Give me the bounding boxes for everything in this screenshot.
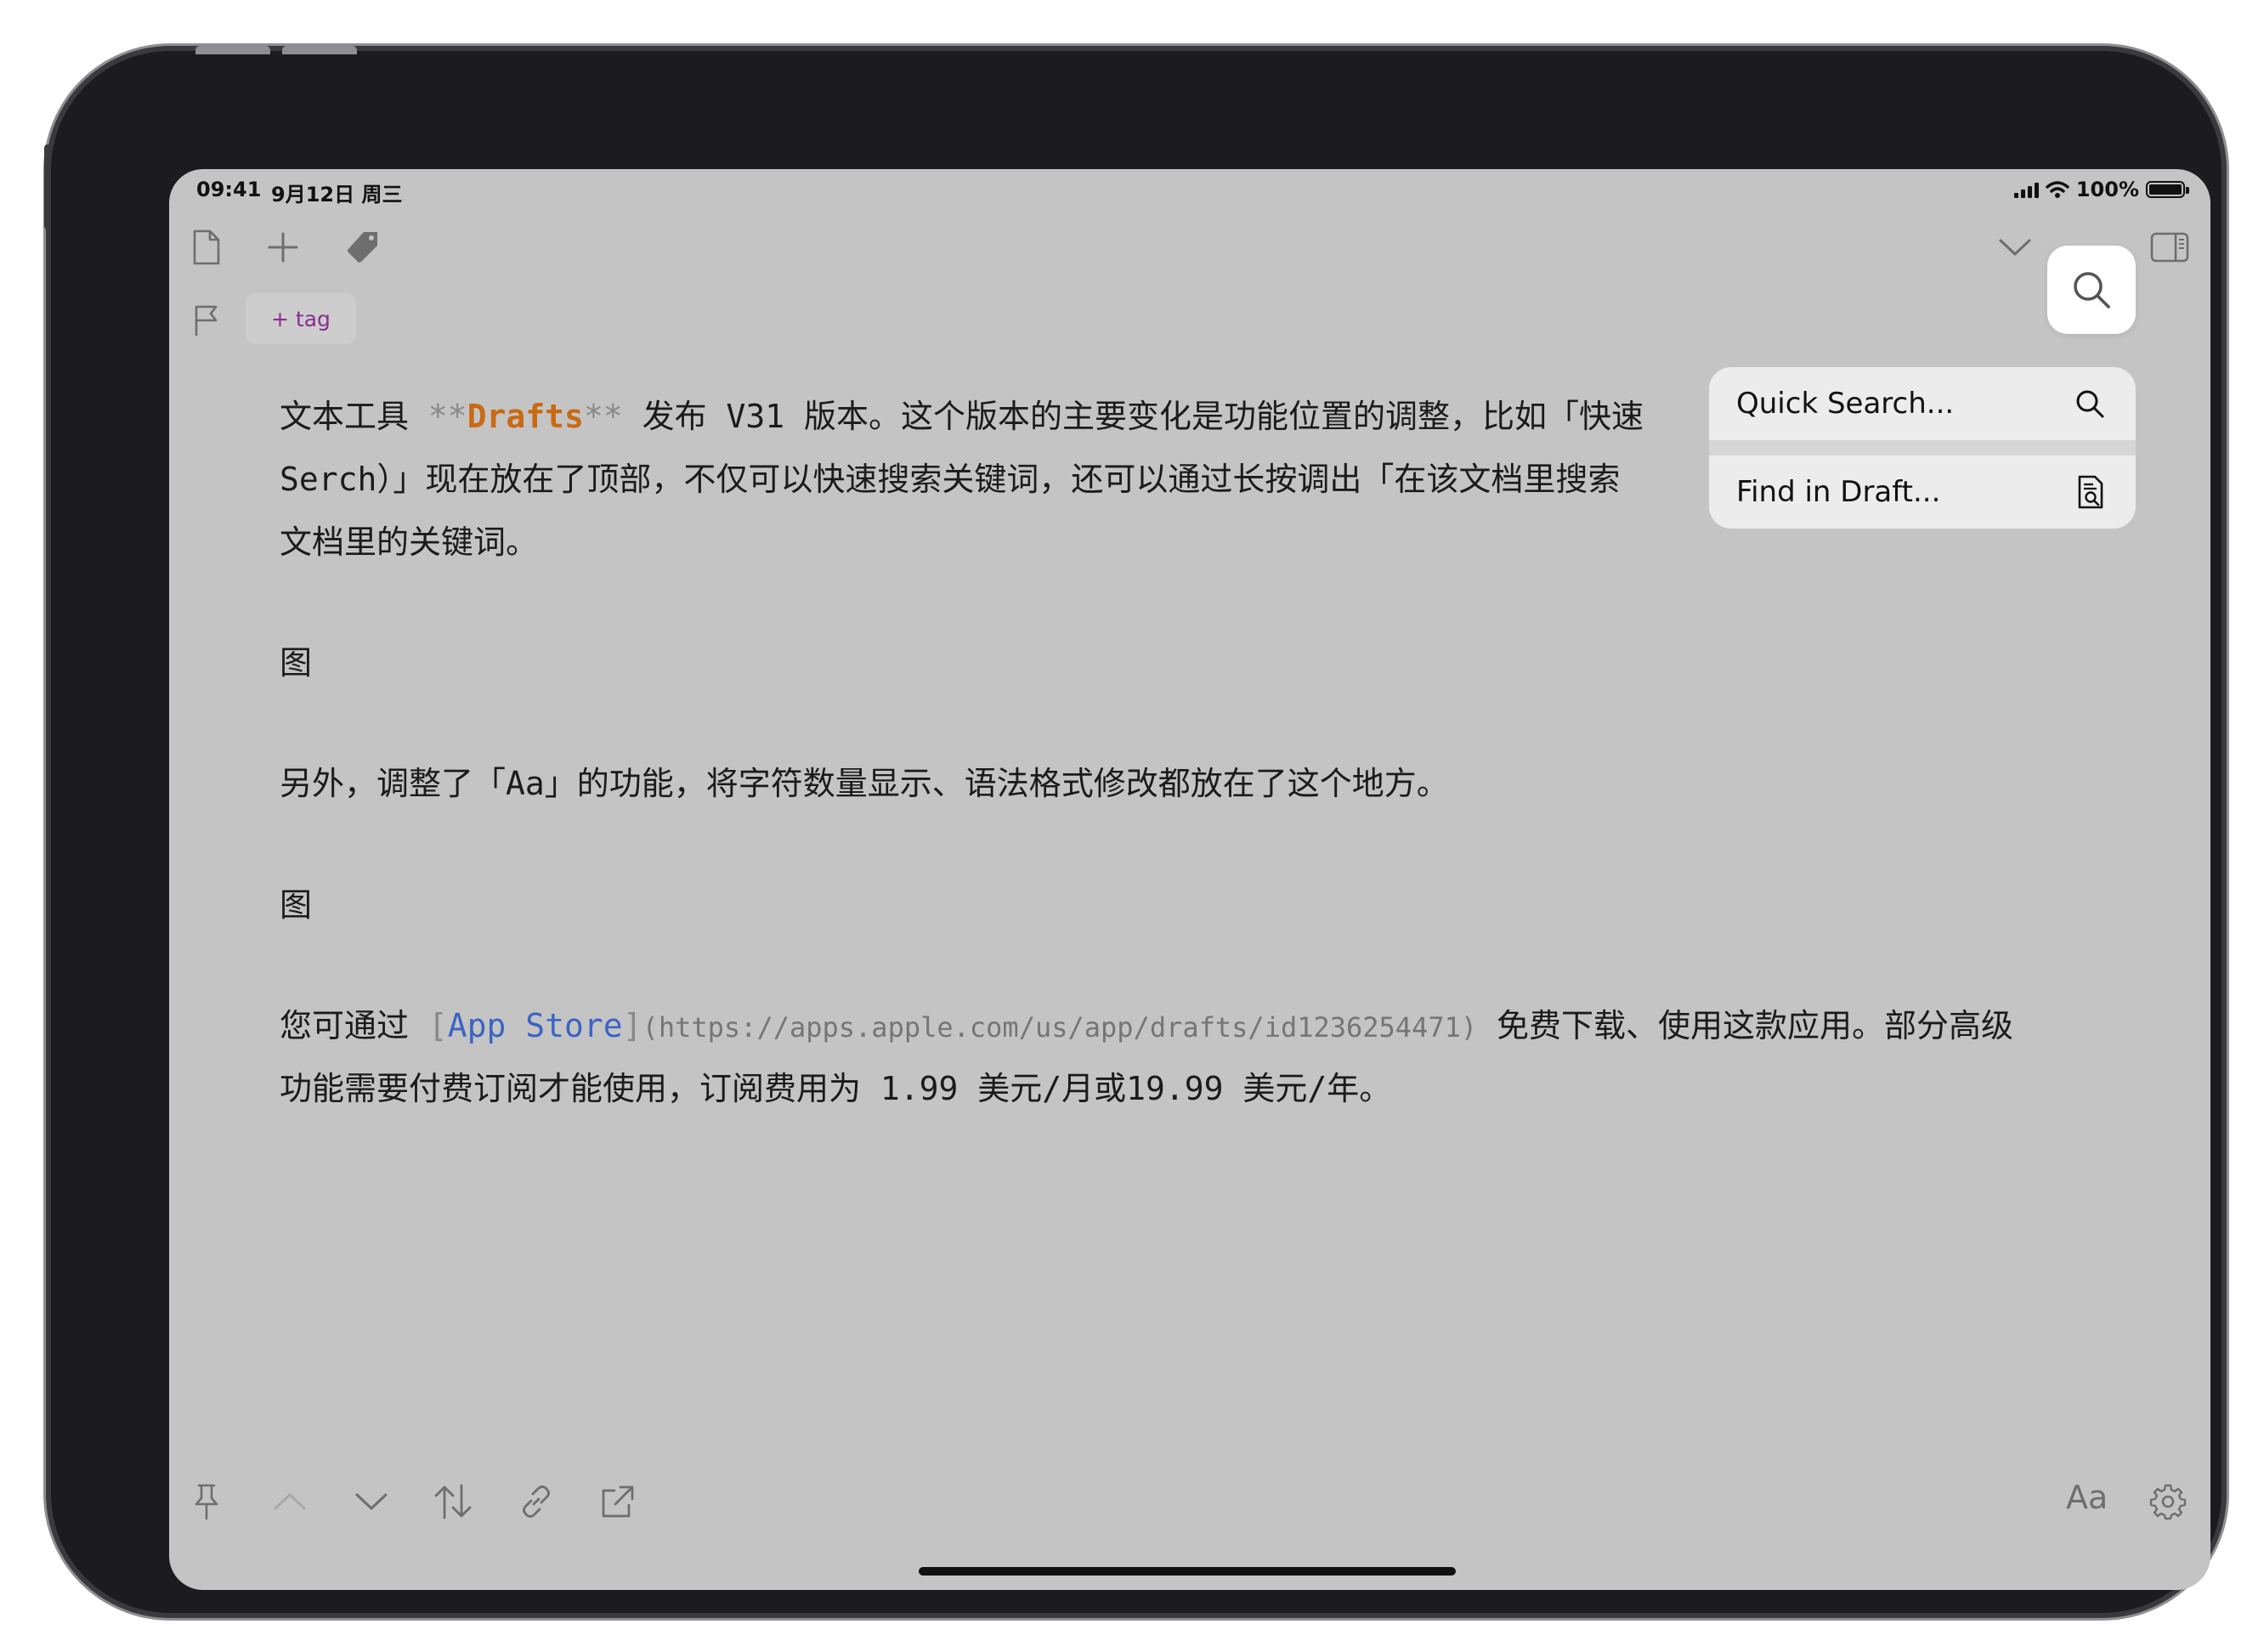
plus-icon[interactable] [259, 223, 307, 271]
markdown-link-bracket: ] [622, 1007, 642, 1044]
document-icon[interactable] [183, 223, 230, 271]
status-bar: 09:41 9月12日 周三 100% [169, 169, 2210, 212]
home-indicator[interactable] [919, 1567, 1456, 1576]
doc-search-icon [2078, 475, 2103, 509]
search-icon [2074, 272, 2110, 308]
text-run: 文本工具 [280, 398, 428, 435]
paragraph-2: 另外，调整了「Aa」的功能，将字符数量显示、语法格式修改都放在了这个地方。 [280, 765, 1449, 802]
battery-icon [2146, 181, 2189, 198]
arrows-updown-icon[interactable] [429, 1478, 477, 1525]
status-date: 9月12日 周三 [271, 183, 403, 206]
search-icon [2076, 390, 2104, 418]
paragraph-1-line-2: Serch）」现在放在了顶部，不仅可以快速搜索关键词，还可以通过长按调出「在该文… [280, 461, 1621, 498]
add-tag-button[interactable]: + tag [246, 293, 356, 344]
paragraph-3-line-2: 功能需要付费订阅才能使用，订阅费用为 1.99 美元/月或19.99 美元/年。 [280, 1070, 1392, 1107]
search-menu: Quick Search... Find in Draft... [1709, 367, 2136, 529]
wifi-icon [2046, 181, 2069, 198]
share-icon[interactable] [594, 1478, 642, 1525]
pin-icon[interactable] [183, 1478, 230, 1525]
paragraph-3-line-1: 您可通过 [App Store](https://apps.apple.com/… [280, 999, 2013, 1046]
link-icon[interactable] [512, 1478, 560, 1525]
sidebar-right-icon[interactable] [2146, 223, 2193, 271]
search-button[interactable] [2047, 246, 2136, 334]
link-url[interactable]: (https://apps.apple.com/us/app/drafts/id… [642, 1011, 1478, 1044]
find-in-draft-item[interactable]: Find in Draft... [1709, 455, 2136, 529]
screen: 09:41 9月12日 周三 100% + tag Quick Search..… [169, 169, 2210, 1590]
quick-search-label: Quick Search... [1736, 387, 1955, 421]
figure-placeholder-2: 图 [280, 886, 313, 924]
chevron-down-icon[interactable] [348, 1478, 395, 1525]
signal-icon [2013, 181, 2039, 198]
ipad-frame: 09:41 9月12日 周三 100% + tag Quick Search..… [51, 51, 2222, 1613]
paragraph-1-line-3: 文档里的关键词。 [280, 523, 539, 561]
hardware-button [282, 46, 357, 54]
status-time: 09:41 [196, 178, 262, 201]
text-run: 发布 V31 版本。这个版本的主要变化是功能位置的调整，比如「快速 [622, 398, 1644, 435]
markdown-link-bracket: [ [427, 1007, 448, 1044]
paragraph-1-line-1: 文本工具 **Drafts** 发布 V31 版本。这个版本的主要变化是功能位置… [280, 390, 1644, 437]
hardware-button [44, 144, 51, 229]
menu-separator [1709, 440, 2136, 455]
gear-icon[interactable] [2144, 1478, 2192, 1525]
markdown-bold-marker: ** [583, 398, 623, 435]
bold-text: Drafts [467, 398, 584, 435]
text-run: 免费下载、使用这款应用。部分高级 [1477, 1007, 2014, 1044]
tag-icon[interactable] [339, 223, 387, 271]
status-right: 100% [2013, 178, 2189, 201]
battery-percent: 100% [2075, 178, 2139, 201]
find-in-draft-label: Find in Draft... [1736, 475, 1941, 509]
chevron-up-icon[interactable] [266, 1478, 314, 1525]
hardware-button [195, 46, 270, 54]
chevron-down-icon[interactable] [1991, 223, 2039, 271]
flag-icon[interactable] [183, 297, 230, 344]
quick-search-item[interactable]: Quick Search... [1709, 367, 2136, 440]
text-run: 您可通过 [280, 1007, 428, 1044]
markdown-bold-marker: ** [427, 398, 467, 435]
link-text[interactable]: App Store [448, 1007, 623, 1044]
figure-placeholder-1: 图 [280, 644, 313, 682]
text-format-button[interactable]: Aa [2066, 1479, 2108, 1516]
